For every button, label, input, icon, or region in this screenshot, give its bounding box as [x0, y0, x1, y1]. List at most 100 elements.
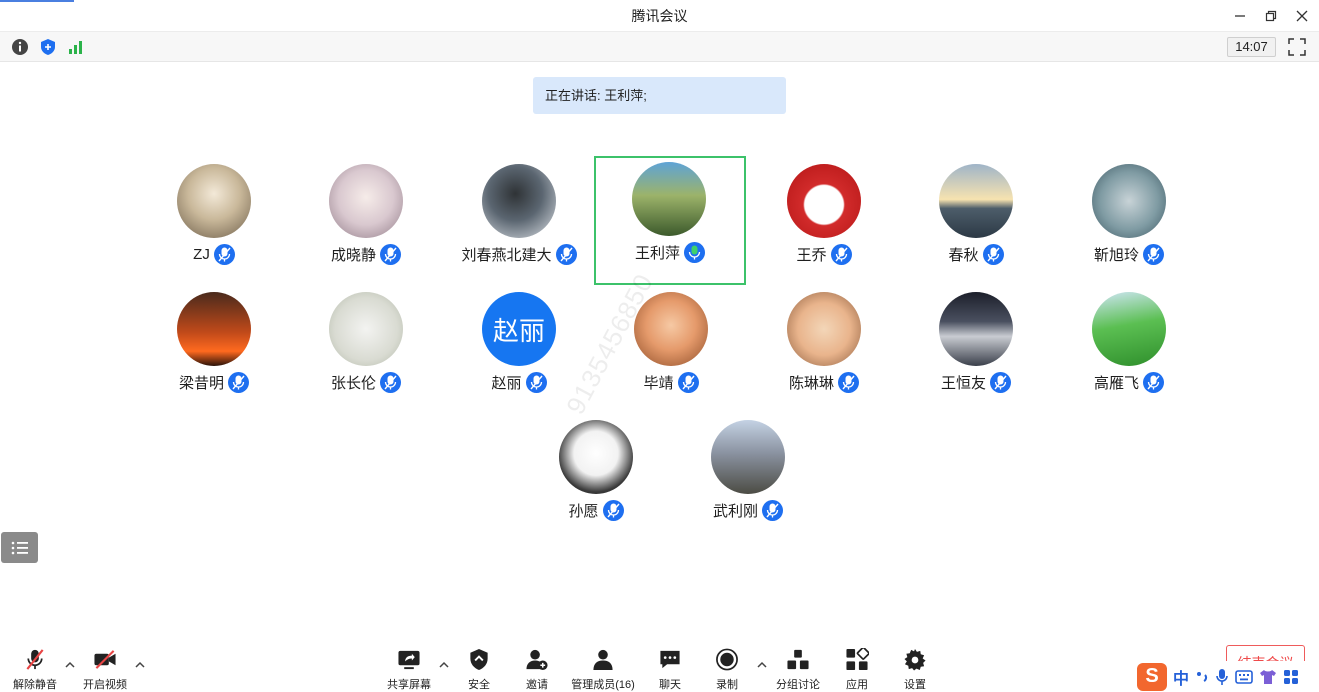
- mic-muted-icon: [213, 244, 235, 265]
- share-screen-label: 共享屏幕: [387, 679, 431, 691]
- keyboard-icon[interactable]: [1235, 669, 1253, 684]
- security-label: 安全: [468, 679, 490, 691]
- participant-name: 武利刚: [712, 503, 758, 520]
- apps-icon: [846, 648, 869, 671]
- mic-muted-icon: [555, 244, 577, 265]
- network-status-button[interactable]: [66, 37, 86, 57]
- mic-active-icon: [684, 242, 705, 263]
- record-label: 录制: [716, 679, 738, 691]
- toolbox-icon[interactable]: [1283, 669, 1299, 685]
- fullscreen-button[interactable]: [1288, 38, 1306, 56]
- ime-tray: S 中: [1133, 661, 1319, 692]
- participant-name-line: 武利刚: [673, 500, 823, 521]
- title-bar: 腾讯会议: [0, 0, 1319, 32]
- participant-name-line: 王利萍: [596, 242, 744, 263]
- participant-tile[interactable]: 王利萍: [594, 156, 746, 285]
- security-shield-icon: [470, 648, 488, 671]
- participant-name-line: 高雁飞: [1054, 372, 1204, 393]
- mic-muted-icon: [677, 372, 699, 393]
- gear-icon: [904, 648, 926, 671]
- participant-name: 毕靖: [643, 375, 674, 392]
- security-status-button[interactable]: [38, 37, 58, 57]
- mic-muted-icon: [525, 372, 547, 393]
- breakout-rooms-button[interactable]: 分组讨论: [768, 648, 828, 692]
- meeting-info-button[interactable]: [10, 37, 30, 57]
- breakout-icon: [787, 649, 809, 670]
- participant-tile[interactable]: 靳旭玲: [1054, 158, 1204, 286]
- avatar: [1092, 164, 1166, 238]
- punctuation-icon[interactable]: [1195, 669, 1209, 685]
- mic-muted-icon: [838, 372, 859, 393]
- invite-button[interactable]: 邀请: [507, 648, 567, 692]
- participant-name: 刘春燕北建大: [461, 247, 552, 264]
- mic-muted-icon: [228, 372, 249, 393]
- participant-name: 靳旭玲: [1093, 247, 1139, 264]
- members-icon: [593, 649, 613, 671]
- restore-button[interactable]: [1257, 4, 1285, 28]
- participant-tile[interactable]: 成晓静: [291, 158, 441, 286]
- participant-tile[interactable]: 陈琳琳: [749, 286, 899, 414]
- participant-tile[interactable]: 春秋: [901, 158, 1051, 286]
- mic-muted-icon: [602, 500, 624, 521]
- chat-button[interactable]: 聊天: [640, 648, 700, 692]
- close-icon: [1296, 10, 1308, 22]
- participant-tile[interactable]: 孙愿: [521, 414, 671, 542]
- participant-name: 高雁飞: [1093, 375, 1139, 392]
- participant-name-line: ZJ: [139, 244, 289, 265]
- participant-tile[interactable]: 王恒友: [901, 286, 1051, 414]
- participant-name-line: 梁昔明: [139, 372, 289, 393]
- avatar: [329, 292, 403, 366]
- participant-name: ZJ: [193, 246, 210, 263]
- apps-label: 应用: [846, 679, 868, 691]
- share-screen-icon: [398, 650, 420, 670]
- participant-name: 赵丽: [491, 375, 522, 392]
- apps-button[interactable]: 应用: [827, 648, 887, 692]
- shield-icon: [41, 39, 55, 55]
- settings-button[interactable]: 设置: [885, 648, 945, 692]
- security-button[interactable]: 安全: [449, 648, 509, 692]
- mic-muted-icon: [1143, 372, 1164, 393]
- participant-list-toggle[interactable]: [1, 532, 38, 563]
- close-button[interactable]: [1288, 4, 1316, 28]
- participant-tile[interactable]: 王乔: [749, 158, 899, 286]
- participant-tile[interactable]: 高雁飞: [1054, 286, 1204, 414]
- meeting-toolbar: 解除静音 开启视频 共享屏幕 安全 邀请 管理成员(16) 聊天 录制 分组讨论…: [0, 636, 1319, 692]
- participant-name-line: 成晓静: [291, 244, 441, 265]
- participant-name: 王恒友: [940, 375, 986, 392]
- unmute-button[interactable]: 解除静音: [5, 648, 65, 692]
- participant-name: 成晓静: [330, 247, 376, 264]
- meeting-clock: 14:07: [1227, 37, 1276, 57]
- ime-mode[interactable]: 中: [1173, 665, 1189, 689]
- record-options-caret-icon[interactable]: [756, 660, 768, 670]
- sogou-logo[interactable]: S: [1137, 662, 1167, 691]
- fullscreen-icon: [1288, 38, 1306, 56]
- participant-name: 张长伦: [330, 375, 376, 392]
- record-button[interactable]: 录制: [697, 648, 757, 692]
- avatar: [939, 164, 1013, 238]
- breakout-label: 分组讨论: [776, 679, 820, 691]
- share-screen-button[interactable]: 共享屏幕: [379, 648, 439, 692]
- participant-tile[interactable]: 张长伦: [291, 286, 441, 414]
- mic-muted-icon: [26, 649, 44, 670]
- avatar: [711, 420, 785, 494]
- participant-tile[interactable]: ZJ: [139, 158, 289, 286]
- participant-tile[interactable]: 刘春燕北建大: [444, 158, 594, 286]
- start-video-label: 开启视频: [83, 679, 127, 691]
- participant-name-line: 刘春燕北建大: [444, 244, 594, 265]
- info-bar: 14:07: [0, 32, 1319, 62]
- avatar-initials: 赵丽: [482, 292, 556, 366]
- participant-name-line: 毕靖: [596, 372, 746, 393]
- participant-name: 王乔: [796, 247, 827, 264]
- manage-members-button[interactable]: 管理成员(16): [571, 648, 635, 692]
- participant-name-line: 靳旭玲: [1054, 244, 1204, 265]
- chat-label: 聊天: [659, 679, 681, 691]
- start-video-button[interactable]: 开启视频: [75, 648, 135, 692]
- voice-input-icon[interactable]: [1215, 668, 1229, 686]
- avatar: [482, 164, 556, 238]
- minimize-button[interactable]: [1226, 4, 1254, 28]
- participant-tile[interactable]: 梁昔明: [139, 286, 289, 414]
- video-options-caret-icon[interactable]: [134, 660, 146, 670]
- participant-tile[interactable]: 武利刚: [673, 414, 823, 542]
- skin-icon[interactable]: [1259, 669, 1277, 685]
- mic-muted-icon: [830, 244, 852, 265]
